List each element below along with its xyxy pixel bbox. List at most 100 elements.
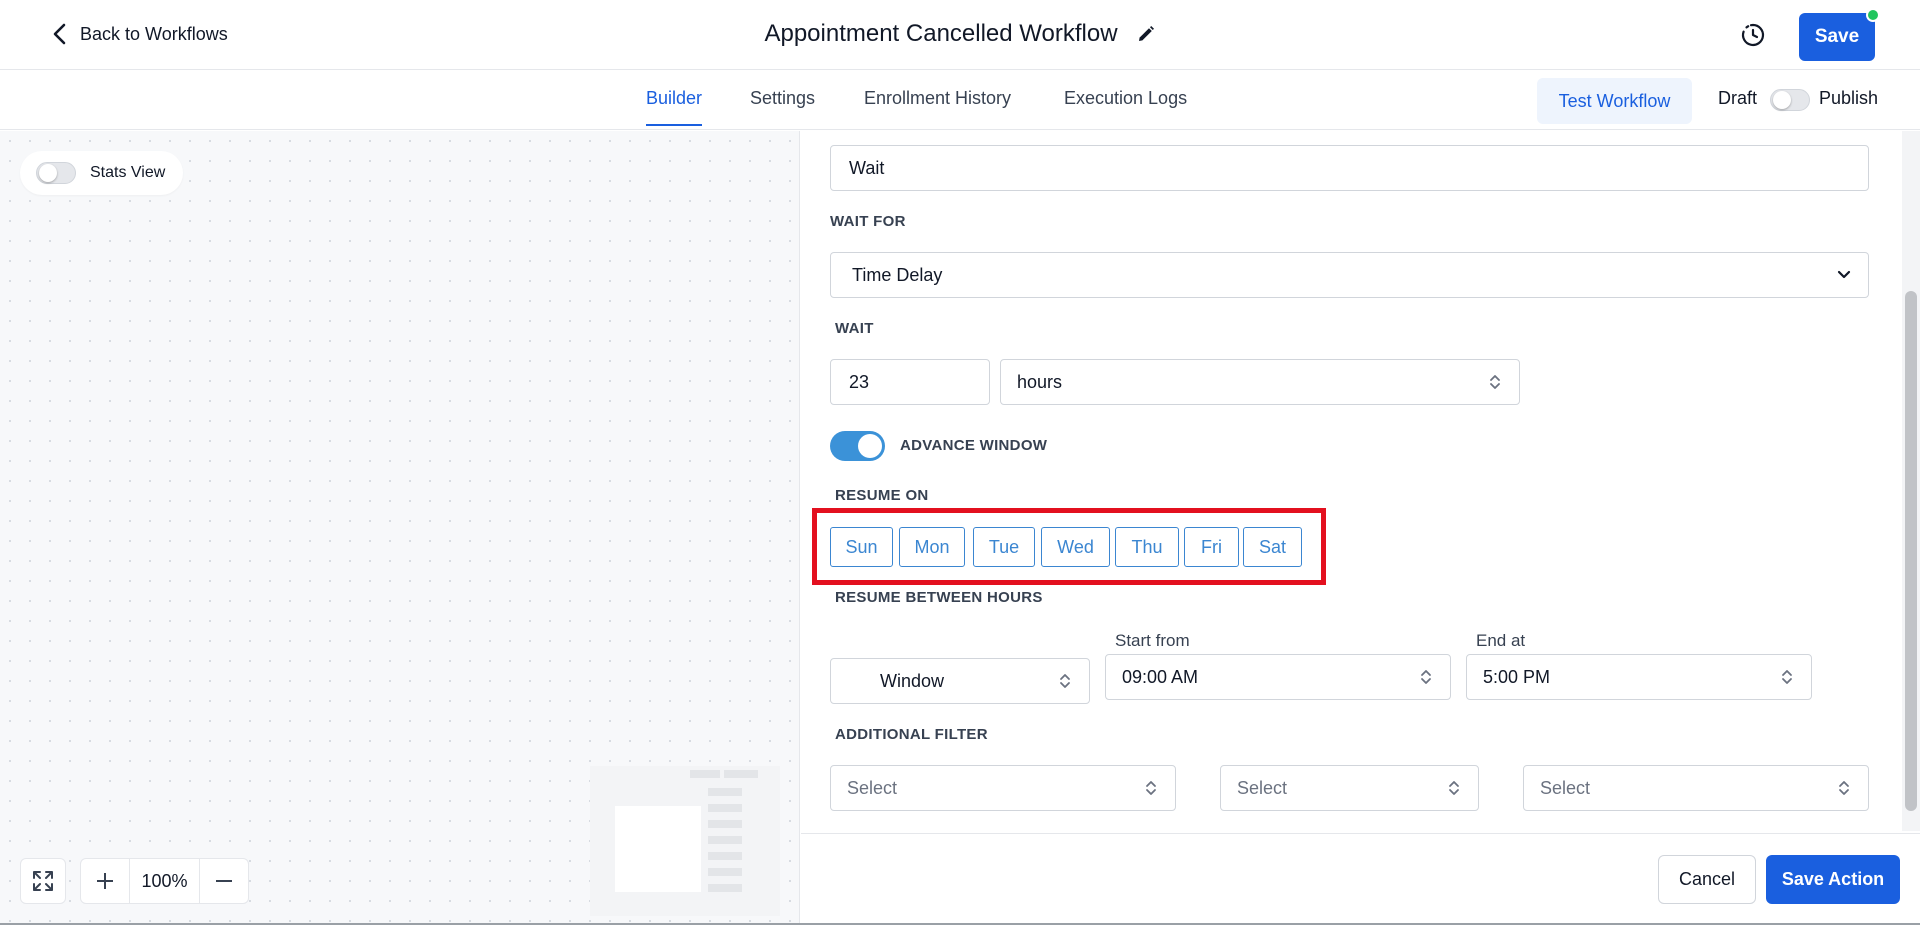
zoom-in-button[interactable] (81, 859, 129, 903)
wait-for-select[interactable]: Time Delay (830, 252, 1869, 298)
wait-unit-value: hours (1017, 371, 1063, 392)
back-label: Back to Workflows (80, 23, 228, 44)
plus-icon (97, 873, 113, 889)
filter-placeholder: Select (1237, 777, 1288, 798)
start-from-value: 09:00 AM (1122, 666, 1199, 687)
start-from-select[interactable]: 09:00 AM (1105, 654, 1451, 700)
workflow-title-wrap: Appointment Cancelled Workflow (0, 20, 1920, 48)
day-thu-button[interactable]: Thu (1115, 527, 1179, 567)
stats-view-control[interactable]: Stats View (20, 151, 184, 195)
zoom-control: 100% (80, 858, 249, 904)
filter-placeholder: Select (847, 777, 898, 798)
day-wed-button[interactable]: Wed (1041, 527, 1110, 567)
day-fri-button[interactable]: Fri (1184, 527, 1239, 567)
filter-select-3[interactable]: Select (1523, 765, 1869, 811)
advance-window-toggle[interactable] (830, 431, 885, 461)
zoom-level: 100% (129, 859, 200, 903)
tab-builder[interactable]: Builder (646, 88, 703, 126)
end-at-value: 5:00 PM (1483, 666, 1551, 687)
action-name-input[interactable]: Wait (830, 145, 1869, 191)
day-tue-button[interactable]: Tue (973, 527, 1035, 567)
minimap-node (690, 770, 720, 778)
resume-on-label: RESUME ON (835, 487, 929, 504)
save-button[interactable]: Save (1799, 8, 1880, 61)
minimap-node (724, 770, 758, 778)
draft-label: Draft (1718, 88, 1758, 108)
up-down-chevron-icon (1146, 781, 1156, 795)
wait-unit-select[interactable]: hours (1000, 359, 1520, 405)
up-down-chevron-icon (1782, 670, 1792, 684)
panel-scrollbar[interactable] (1902, 131, 1920, 831)
minimap-viewport (615, 806, 701, 892)
tab-settings[interactable]: Settings (750, 88, 815, 109)
scrollbar-thumb[interactable] (1905, 291, 1917, 811)
tab-enrollment-history[interactable]: Enrollment History (864, 88, 1011, 109)
end-at-select[interactable]: 5:00 PM (1466, 654, 1812, 700)
filter-select-2[interactable]: Select (1220, 765, 1479, 811)
wait-amount-input[interactable]: 23 (830, 359, 990, 405)
save-action-label: Save Action (1781, 869, 1885, 889)
day-label: Fri (1201, 536, 1222, 557)
filter-select-1[interactable]: Select (830, 765, 1176, 811)
fit-view-button[interactable] (20, 858, 66, 904)
workflow-title: Appointment Cancelled Workflow (764, 20, 1118, 47)
end-at-label: End at (1476, 631, 1526, 650)
window-type-select[interactable]: Window (830, 658, 1090, 704)
top-header: Back to Workflows Appointment Cancelled … (0, 0, 1920, 70)
tab-execution-logs[interactable]: Execution Logs (1064, 88, 1187, 109)
minimap-node (708, 804, 742, 812)
publish-label: Publish (1819, 88, 1879, 108)
minimap[interactable] (590, 766, 780, 916)
start-from-label: Start from (1115, 631, 1190, 650)
day-label: Sat (1258, 536, 1287, 557)
up-down-chevron-icon (1421, 670, 1431, 684)
workflow-tabs-bar: Builder Settings Enrollment History Exec… (0, 70, 1920, 130)
resume-between-hours-label: RESUME BETWEEN HOURS (835, 589, 1043, 606)
minimap-node (708, 884, 742, 892)
up-down-chevron-icon (1449, 781, 1459, 795)
toggle-knob (1773, 91, 1791, 109)
cancel-label: Cancel (1678, 869, 1736, 889)
toggle-knob (858, 434, 882, 458)
day-label: Thu (1131, 536, 1163, 557)
stats-view-toggle[interactable] (36, 162, 76, 184)
wait-label: WAIT (835, 320, 874, 337)
stats-view-label: Stats View (90, 164, 166, 181)
day-label: Mon (914, 536, 950, 557)
pencil-icon[interactable] (1136, 24, 1156, 44)
cancel-button[interactable]: Cancel (1658, 855, 1756, 904)
filter-placeholder: Select (1540, 777, 1591, 798)
window-type-value: Window (880, 670, 945, 691)
minimap-node (708, 820, 742, 828)
wait-amount-value: 23 (849, 371, 870, 392)
expand-icon (33, 871, 53, 891)
minus-icon (216, 880, 232, 882)
day-sun-button[interactable]: Sun (830, 527, 893, 567)
zoom-out-button[interactable] (200, 859, 248, 903)
test-workflow-button[interactable]: Test Workflow (1537, 78, 1692, 124)
day-label: Sun (845, 536, 878, 557)
up-down-chevron-icon (1490, 375, 1500, 389)
test-workflow-label: Test Workflow (1558, 90, 1671, 111)
workflow-canvas[interactable]: Stats View 100% (0, 131, 800, 925)
day-sat-button[interactable]: Sat (1243, 527, 1302, 567)
history-icon[interactable] (1740, 22, 1766, 48)
publish-toggle[interactable] (1770, 89, 1810, 111)
advance-window-label: ADVANCE WINDOW (900, 437, 1048, 454)
unsaved-status-dot (1866, 8, 1880, 22)
minimap-node (708, 852, 742, 860)
minimap-node (708, 836, 742, 844)
save-button-label: Save (1814, 26, 1860, 47)
toggle-knob (39, 164, 57, 182)
minimap-node (708, 788, 742, 796)
chevron-down-icon (1837, 270, 1851, 279)
additional-filter-label: ADDITIONAL FILTER (835, 726, 988, 743)
chevron-left-icon (53, 23, 66, 45)
save-action-button[interactable]: Save Action (1766, 855, 1900, 904)
wait-for-value: Time Delay (852, 264, 943, 285)
back-to-workflows-link[interactable]: Back to Workflows (50, 22, 228, 46)
up-down-chevron-icon (1839, 781, 1849, 795)
minimap-node (708, 868, 742, 876)
day-label: Tue (988, 536, 1020, 557)
day-mon-button[interactable]: Mon (899, 527, 965, 567)
